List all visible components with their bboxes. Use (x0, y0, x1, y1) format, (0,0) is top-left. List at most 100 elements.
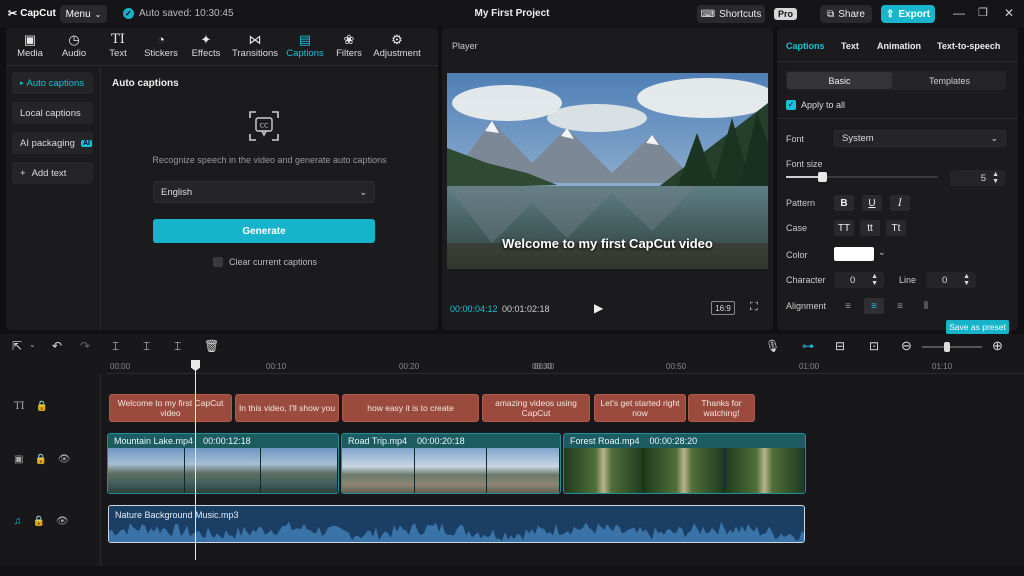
tab-prop-captions[interactable]: Captions (786, 41, 825, 51)
audio-clip[interactable]: Nature Background Music.mp3 (108, 505, 805, 543)
font-size-slider-handle[interactable] (818, 172, 828, 182)
microphone-icon[interactable]: 🎙 (765, 339, 780, 353)
case-lower-button[interactable]: tt (860, 220, 880, 236)
caption-clip[interactable]: amazing videos using CapCut (482, 394, 590, 422)
delete-icon[interactable]: 🗑 (204, 339, 219, 353)
tab-prop-animation[interactable]: Animation (877, 41, 921, 51)
zoom-in-icon[interactable]: ⊕ (992, 338, 1003, 354)
sidenav-local-captions[interactable]: Local captions (12, 102, 93, 124)
bold-button[interactable]: B (834, 195, 854, 211)
apply-all-option[interactable]: ✓ Apply to all (786, 100, 845, 110)
magnet-icon[interactable]: ⊶ (802, 339, 814, 353)
video-clip[interactable]: Forest Road.mp4 00:00:28:20 (563, 433, 806, 494)
lock-icon[interactable]: 🔒 (36, 401, 48, 412)
tab-media[interactable]: ▣ Media (8, 32, 52, 59)
apply-all-checkbox[interactable]: ✓ (786, 100, 796, 110)
playhead[interactable] (195, 360, 196, 560)
close-icon[interactable]: ✕ (1004, 6, 1014, 20)
undo-icon[interactable]: ↶ (52, 339, 62, 353)
clear-checkbox[interactable] (213, 257, 223, 267)
redo-icon[interactable]: ↷ (80, 339, 90, 353)
sidenav-ai-packaging[interactable]: AI packaging AI (12, 132, 93, 154)
chevron-down-icon[interactable]: ⌄ (29, 340, 36, 349)
color-swatch[interactable] (834, 247, 874, 261)
current-time: 00:00:04:12 (450, 304, 498, 314)
caption-clip[interactable]: how easy it is to create (342, 394, 479, 422)
shortcuts-button[interactable]: ⌨ Shortcuts (697, 5, 765, 23)
export-button[interactable]: ⇪ Export (881, 5, 935, 23)
restore-icon[interactable]: ❐ (978, 6, 988, 19)
eye-icon[interactable]: 👁 (56, 516, 69, 527)
align-justify-icon[interactable]: ⫴ (916, 298, 936, 314)
language-select[interactable]: English ⌄ (153, 181, 375, 203)
sidenav-divider (100, 66, 101, 330)
timeline-scrollbar[interactable] (0, 566, 1024, 576)
split-icon[interactable]: ⌶ (112, 339, 119, 354)
tab-audio[interactable]: ◷ Audio (52, 32, 96, 59)
sidenav-add-text[interactable]: + Add text (12, 162, 93, 184)
subtab-templates[interactable]: Templates (897, 72, 1002, 89)
align-center-icon[interactable]: ≡ (864, 298, 884, 314)
chevron-down-icon[interactable]: ⌄ (878, 247, 886, 258)
link-icon[interactable]: ⊟ (835, 339, 845, 353)
pro-badge[interactable]: Pro (774, 8, 798, 20)
caption-clip[interactable]: Let's get started right now (594, 394, 686, 422)
caption-clip[interactable]: In this video, I'll show you (235, 394, 339, 422)
eye-icon[interactable]: 👁 (58, 454, 71, 465)
font-select[interactable]: System ⌄ (834, 130, 1006, 147)
video-clip[interactable]: Road Trip.mp4 00:00:20:18 (341, 433, 561, 494)
select-tool-icon[interactable]: ⇱ (12, 339, 22, 353)
tab-effects[interactable]: ✦ Effects (184, 32, 228, 59)
stepper-icon[interactable]: ▲ ▼ (963, 273, 970, 287)
font-value: System (842, 133, 874, 144)
generate-button[interactable]: Generate (153, 219, 375, 243)
clip-thumbnails (342, 448, 560, 493)
sidenav-auto-captions[interactable]: ▸ Auto captions (12, 72, 93, 94)
character-input[interactable]: 0 ▲ ▼ (834, 272, 884, 288)
tab-captions[interactable]: ▤ Captions (283, 32, 327, 59)
thumbnail (564, 448, 645, 493)
tab-adjustment[interactable]: ⚙ Adjustment (372, 32, 422, 59)
aspect-ratio-button[interactable]: 16:9 (711, 301, 735, 315)
tab-filters[interactable]: ❀ Filters (327, 32, 371, 59)
subtab-basic[interactable]: Basic (787, 72, 892, 89)
share-button[interactable]: ⧉ Share (820, 5, 872, 23)
save-preset-button[interactable]: Save as preset (946, 320, 1009, 334)
fullscreen-icon[interactable]: ⛶ (750, 301, 758, 314)
video-preview[interactable]: Welcome to my first CapCut video (447, 73, 768, 269)
zoom-out-icon[interactable]: ⊖ (901, 338, 912, 354)
tab-text[interactable]: TI Text (96, 32, 140, 59)
font-size-slider[interactable] (786, 172, 938, 182)
menu-button[interactable]: Menu ⌄ (60, 5, 107, 23)
align-right-icon[interactable]: ≡ (890, 298, 910, 314)
play-icon[interactable]: ▶ (594, 301, 603, 315)
stepper-icon[interactable]: ▲ ▼ (871, 273, 878, 287)
case-title-button[interactable]: Tt (886, 220, 906, 236)
minimize-icon[interactable]: — (953, 6, 965, 20)
split-left-icon[interactable]: ⌶ (143, 339, 150, 354)
tab-stickers[interactable]: ◔ Stickers (139, 32, 183, 59)
timeline-ruler[interactable] (106, 358, 1024, 374)
zoom-slider-handle[interactable] (944, 342, 950, 352)
tab-transitions[interactable]: ⋈ Transitions (231, 32, 279, 59)
tab-prop-tts[interactable]: Text-to-speech (937, 41, 1000, 51)
clear-captions-option[interactable]: Clear current captions (213, 257, 317, 267)
underline-button[interactable]: U (862, 195, 882, 211)
caption-clip[interactable]: Thanks for watching! (688, 394, 755, 422)
preview-axis-icon[interactable]: ⊡ (869, 339, 879, 353)
font-size-input[interactable]: 5 ▲ ▼ (950, 170, 1005, 186)
tab-prop-text[interactable]: Text (841, 41, 859, 51)
italic-button[interactable]: I (890, 195, 910, 211)
case-upper-button[interactable]: TT (834, 220, 854, 236)
sidenav-local-label: Local captions (20, 107, 81, 119)
split-right-icon[interactable]: ⌶ (174, 339, 181, 354)
lock-icon[interactable]: 🔒 (33, 516, 45, 527)
lock-icon[interactable]: 🔒 (34, 454, 46, 465)
line-input[interactable]: 0 ▲ ▼ (926, 272, 976, 288)
video-clip[interactable]: Mountain Lake.mp4 00:00:12:18 (107, 433, 339, 494)
align-left-icon[interactable]: ≡ (838, 298, 858, 314)
preview-caption[interactable]: Welcome to my first CapCut video (447, 236, 768, 251)
caption-clip[interactable]: Welcome to my first CapCut video (109, 394, 232, 422)
stepper-icon[interactable]: ▲ ▼ (992, 171, 999, 185)
zoom-slider[interactable] (922, 342, 982, 352)
